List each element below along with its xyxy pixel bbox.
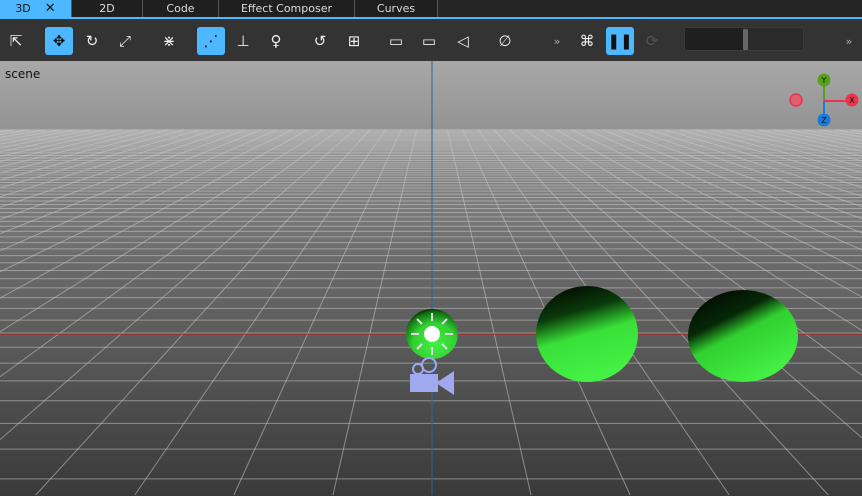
slider-handle[interactable] bbox=[743, 29, 748, 50]
toolbar: ⇱ ✥ ↻ ⤢ ⋇ ⋰ ⊥ ♀ ↺ ⊞ ▭ ▭ ◁ ∅» ⌘ ❚❚ ⟳» bbox=[0, 19, 862, 61]
pivot-icon[interactable]: ⋰ bbox=[197, 27, 225, 55]
sphere bbox=[536, 286, 638, 382]
sphere bbox=[688, 290, 798, 382]
y-label: Y bbox=[821, 76, 827, 85]
scale-icon[interactable]: ⤢ bbox=[111, 27, 139, 55]
orientation-gizmo: Y X Z bbox=[789, 73, 859, 127]
particles-icon[interactable]: ⌘ bbox=[573, 27, 601, 55]
overflow-icon[interactable]: » bbox=[835, 27, 862, 55]
select-icon[interactable]: ⇱ bbox=[2, 27, 30, 55]
snap-icon[interactable]: ↺ bbox=[306, 27, 334, 55]
reset-icon[interactable]: ⟳ bbox=[638, 27, 666, 55]
fit-icon[interactable]: ⋇ bbox=[155, 27, 183, 55]
animation-speed-slider[interactable] bbox=[684, 27, 804, 51]
3d-viewport[interactable]: scene Y X Z bbox=[0, 61, 862, 496]
tab-effect-composer[interactable]: Effect Composer bbox=[219, 0, 355, 17]
light-center bbox=[424, 326, 440, 342]
tab-3d[interactable]: 3D ✕ bbox=[0, 0, 72, 17]
move-icon[interactable]: ✥ bbox=[45, 27, 73, 55]
axes-icon[interactable]: ⊥ bbox=[229, 27, 257, 55]
ruler-icon[interactable]: ⊞ bbox=[340, 27, 368, 55]
tab-label: Code bbox=[166, 2, 195, 15]
negative-x-handle bbox=[789, 93, 803, 107]
tab-label: 2D bbox=[99, 2, 115, 15]
tab-curves[interactable]: Curves bbox=[355, 0, 438, 17]
tab-label: 3D bbox=[15, 2, 31, 15]
x-label: X bbox=[849, 96, 855, 105]
camera-align-icon[interactable]: ◁ bbox=[449, 27, 477, 55]
tab-2d[interactable]: 2D bbox=[72, 0, 143, 17]
scene-objects: Y X Z bbox=[0, 61, 862, 495]
editor-tabs: 3D ✕ 2D Code Effect Composer Curves bbox=[0, 0, 862, 19]
edit-camera-icon[interactable]: ▭ bbox=[415, 27, 443, 55]
light-icon[interactable]: ♀ bbox=[262, 27, 290, 55]
slider-fill bbox=[685, 28, 743, 50]
tab-label: Curves bbox=[376, 2, 416, 15]
tab-code[interactable]: Code bbox=[143, 0, 219, 17]
more-icon[interactable]: » bbox=[543, 27, 571, 55]
rotate-icon[interactable]: ↻ bbox=[78, 27, 106, 55]
z-label: Z bbox=[821, 116, 827, 125]
pause-icon[interactable]: ❚❚ bbox=[606, 27, 634, 55]
close-icon[interactable]: ✕ bbox=[45, 1, 56, 16]
camera-view-icon[interactable]: ▭ bbox=[382, 27, 410, 55]
visibility-icon[interactable]: ∅ bbox=[491, 27, 519, 55]
tab-label: Effect Composer bbox=[240, 2, 332, 15]
